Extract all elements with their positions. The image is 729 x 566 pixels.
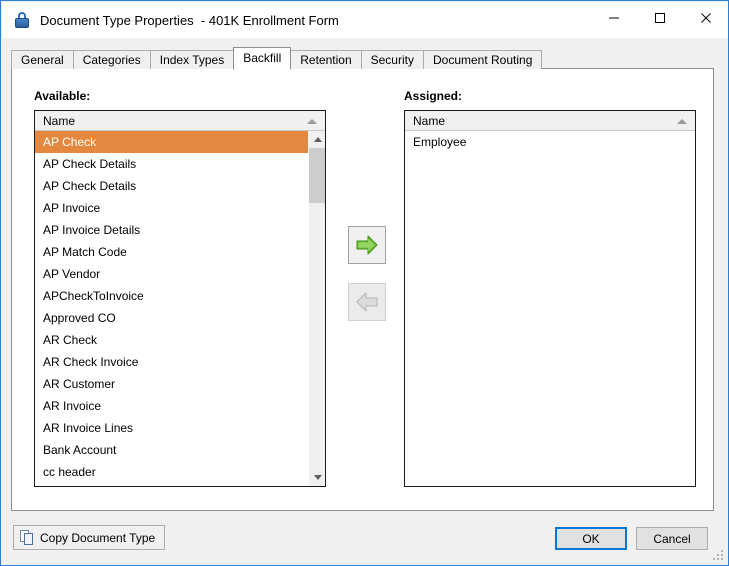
list-item[interactable]: Approved CO: [35, 307, 308, 329]
chevron-down-icon: [313, 475, 322, 480]
list-item[interactable]: Employee: [405, 131, 695, 153]
title-bar: Document Type Properties - 401K Enrollme…: [2, 2, 728, 38]
tab-security[interactable]: Security: [360, 50, 424, 69]
window-controls: [591, 2, 728, 34]
available-column-header[interactable]: Name: [35, 111, 325, 131]
tab-general[interactable]: General: [11, 50, 74, 69]
assigned-column-header[interactable]: Name: [405, 111, 695, 131]
scroll-down-button[interactable]: [309, 469, 325, 486]
close-button[interactable]: [683, 2, 728, 34]
ok-button[interactable]: OK: [555, 527, 627, 550]
remove-button: [348, 283, 386, 321]
assigned-label: Assigned:: [404, 89, 463, 103]
tab-document-routing[interactable]: Document Routing: [422, 50, 543, 69]
copy-document-icon: [20, 530, 34, 545]
list-item[interactable]: AP Vendor: [35, 263, 308, 285]
cancel-button[interactable]: Cancel: [636, 527, 708, 550]
tab-bar: General Categories Index Types Backfill …: [11, 47, 714, 70]
list-item[interactable]: AR Invoice Lines: [35, 417, 308, 439]
list-item[interactable]: AP Check Details: [35, 153, 308, 175]
list-item[interactable]: Bank Account: [35, 439, 308, 461]
list-item[interactable]: AR Check: [35, 329, 308, 351]
available-list[interactable]: Name AP Check AP Check Details AP Check …: [34, 110, 326, 487]
minimize-button[interactable]: [591, 2, 637, 34]
tab-categories[interactable]: Categories: [72, 50, 151, 69]
list-item[interactable]: AR Invoice: [35, 395, 308, 417]
assigned-rows: Employee: [405, 131, 695, 486]
list-item[interactable]: AP Invoice: [35, 197, 308, 219]
available-column-name: Name: [43, 113, 76, 128]
scroll-up-button[interactable]: [309, 131, 325, 148]
copy-document-type-button[interactable]: Copy Document Type: [13, 525, 165, 550]
scrollbar-thumb[interactable]: [309, 148, 325, 203]
list-item[interactable]: AP Check Details: [35, 175, 308, 197]
sort-ascending-icon: [677, 119, 687, 124]
resize-grip[interactable]: [713, 550, 725, 562]
list-item[interactable]: APCheckToInvoice: [35, 285, 308, 307]
arrow-right-icon: [356, 235, 378, 255]
window-title: Document Type Properties - 401K Enrollme…: [40, 12, 339, 28]
list-item[interactable]: AP Invoice Details: [35, 219, 308, 241]
document-type-properties-dialog: Document Type Properties - 401K Enrollme…: [0, 0, 729, 566]
available-label: Available:: [34, 89, 91, 103]
list-item[interactable]: AP Match Code: [35, 241, 308, 263]
add-button[interactable]: [348, 226, 386, 264]
tab-backfill[interactable]: Backfill: [233, 47, 292, 70]
list-item[interactable]: cc header: [35, 461, 308, 483]
assigned-column-name: Name: [413, 113, 446, 128]
available-rows: AP Check AP Check Details AP Check Detai…: [35, 131, 308, 486]
available-scrollbar[interactable]: [308, 131, 325, 486]
close-icon: [701, 13, 711, 23]
copy-document-type-label: Copy Document Type: [40, 530, 156, 545]
minimize-icon: [609, 17, 619, 19]
list-item[interactable]: AR Customer: [35, 373, 308, 395]
tab-retention[interactable]: Retention: [290, 50, 362, 69]
list-item[interactable]: AR Check Invoice: [35, 351, 308, 373]
tab-index-types[interactable]: Index Types: [149, 50, 235, 69]
sort-ascending-icon: [307, 119, 317, 124]
list-item[interactable]: AP Check: [35, 131, 308, 153]
arrow-left-icon: [356, 292, 378, 312]
lock-icon: [14, 12, 30, 28]
backfill-tab-panel: Available: Name AP Check AP Check Detail…: [11, 68, 714, 511]
assigned-list[interactable]: Name Employee: [404, 110, 696, 487]
maximize-button[interactable]: [637, 2, 683, 34]
maximize-icon: [655, 13, 665, 23]
chevron-up-icon: [313, 137, 322, 142]
